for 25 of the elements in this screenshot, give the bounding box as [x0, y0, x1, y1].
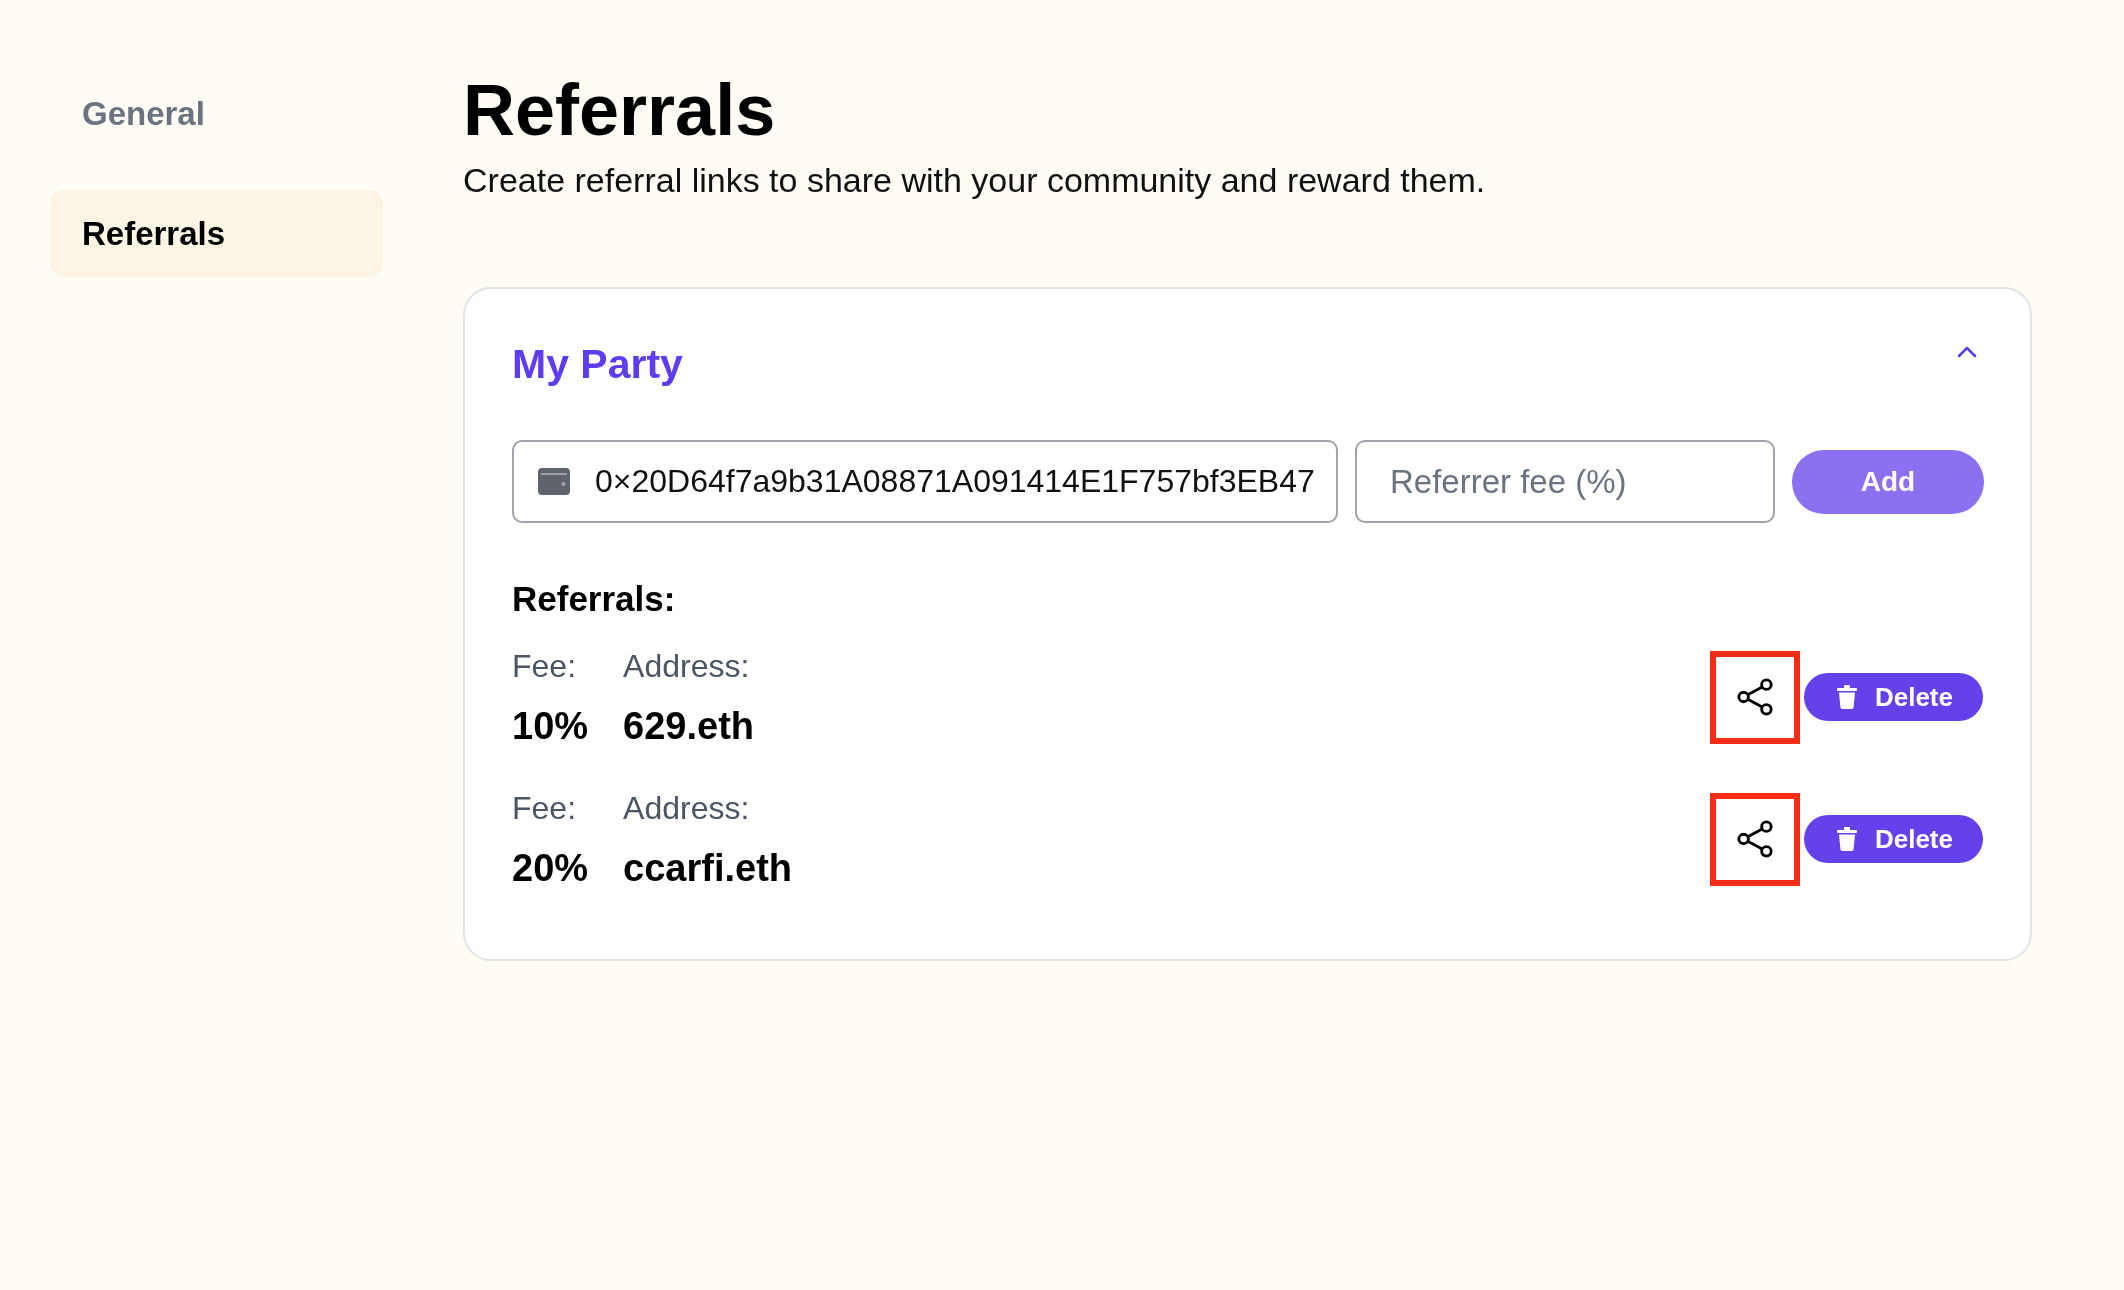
fee-label: Fee:: [512, 647, 577, 686]
share-button[interactable]: [1710, 792, 1800, 886]
share-icon: [1736, 678, 1774, 716]
share-button[interactable]: [1710, 650, 1800, 744]
address-field[interactable]: 0×20D64f7a9b31A08871A091414E1F757bf3EB47: [512, 440, 1338, 523]
share-icon: [1736, 820, 1774, 858]
fee-label: Fee:: [512, 789, 577, 828]
fee-value: 10%: [512, 704, 589, 748]
trash-icon: [1837, 685, 1857, 709]
address-label: Address:: [623, 789, 750, 828]
trash-icon: [1837, 827, 1857, 851]
referrer-fee-field[interactable]: Referrer fee (%): [1355, 440, 1775, 523]
sidebar-item[interactable]: General: [50, 70, 383, 157]
address-label: Address:: [623, 647, 750, 686]
wallet-icon: [538, 468, 570, 495]
delete-button[interactable]: Delete: [1804, 673, 1983, 721]
sidebar-item[interactable]: Referrals: [50, 190, 383, 277]
delete-button[interactable]: Delete: [1804, 815, 1983, 863]
page-subtitle: Create referral links to share with your community and reward them.: [463, 160, 1486, 200]
page-title: Referrals: [463, 74, 776, 146]
card-title: My Party: [512, 340, 683, 388]
referrals-heading: Referrals:: [512, 579, 676, 619]
fee-value: 20%: [512, 846, 589, 890]
address-value: 629.eth: [623, 704, 755, 748]
address-value: ccarfi.eth: [623, 846, 793, 890]
